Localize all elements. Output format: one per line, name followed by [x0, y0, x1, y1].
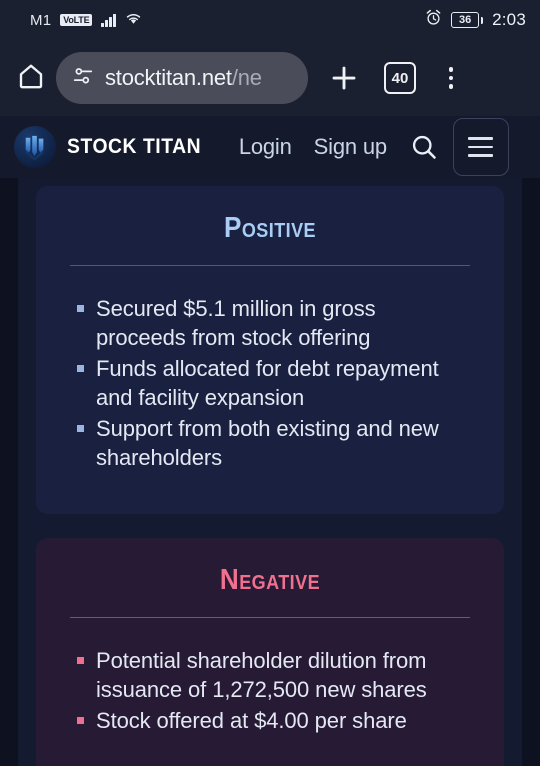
signup-link[interactable]: Sign up	[314, 134, 387, 160]
positive-divider	[70, 265, 470, 266]
address-bar[interactable]: stocktitan.net/ne	[56, 52, 308, 104]
negative-card-title: Negative	[219, 564, 321, 596]
brand-logo-link[interactable]: STOCK TITAN	[14, 126, 213, 168]
positive-card-title: Positive	[223, 212, 317, 244]
search-icon[interactable]	[407, 130, 441, 164]
tab-switcher-button[interactable]: 40	[384, 62, 416, 94]
wifi-icon	[125, 11, 142, 30]
phone-screen: M1 VoLTE 36 2:03 stocktitan.net/ne 40 ST…	[0, 0, 540, 766]
browser-toolbar: stocktitan.net/ne 40	[0, 40, 540, 116]
url-domain: stocktitan.net	[105, 65, 232, 90]
status-bar: M1 VoLTE 36 2:03	[0, 0, 540, 40]
list-item: Stock offered at $4.00 per share	[70, 706, 470, 735]
battery-level: 36	[451, 12, 480, 28]
positive-card: Positive Secured $5.1 million in gross p…	[36, 186, 504, 514]
negative-card: Negative Potential shareholder dilution …	[36, 538, 504, 766]
url-text: stocktitan.net/ne	[105, 65, 262, 91]
alarm-clock-icon	[425, 9, 442, 31]
clock-label: 2:03	[492, 10, 526, 29]
signal-bars-icon	[101, 13, 116, 27]
three-dot-menu-icon[interactable]	[434, 59, 468, 97]
content-column: Positive Secured $5.1 million in gross p…	[36, 178, 504, 766]
status-bar-left: M1 VoLTE	[30, 11, 142, 30]
list-item: Potential shareholder dilution from issu…	[70, 646, 470, 704]
negative-divider	[70, 617, 470, 618]
page-settings-icon[interactable]	[72, 65, 94, 92]
negative-bullet-list: Potential shareholder dilution from issu…	[70, 646, 470, 735]
page-container: Positive Secured $5.1 million in gross p…	[18, 178, 522, 766]
brand-name: STOCK TITAN	[67, 135, 202, 158]
list-item: Funds allocated for debt repayment and f…	[70, 354, 470, 412]
page-body: Positive Secured $5.1 million in gross p…	[0, 178, 540, 766]
status-bar-right: 36 2:03	[425, 9, 526, 31]
header-nav: Login Sign up	[239, 134, 387, 160]
carrier-label: M1	[30, 11, 52, 29]
volte-badge: VoLTE	[60, 14, 93, 26]
stock-titan-logo-icon	[14, 126, 56, 168]
new-tab-button[interactable]	[324, 58, 364, 98]
battery-cap	[480, 16, 484, 24]
site-header: STOCK TITAN Login Sign up	[0, 116, 540, 178]
list-item: Support from both existing and new share…	[70, 414, 470, 472]
url-path: /ne	[231, 65, 262, 90]
battery-indicator: 36	[451, 12, 484, 28]
list-item: Secured $5.1 million in gross proceeds f…	[70, 294, 470, 352]
hamburger-menu-icon[interactable]	[452, 118, 509, 176]
login-link[interactable]: Login	[239, 134, 292, 160]
home-icon[interactable]	[16, 61, 46, 96]
positive-bullet-list: Secured $5.1 million in gross proceeds f…	[70, 294, 470, 472]
